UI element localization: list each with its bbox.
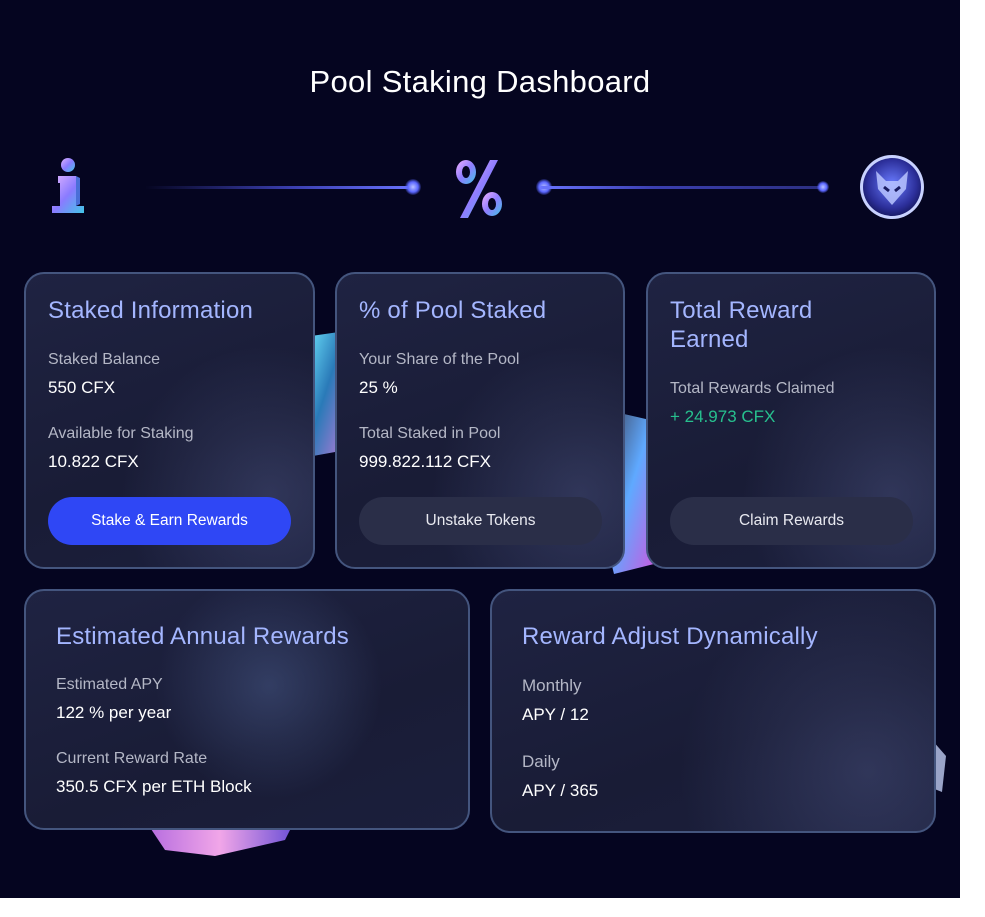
progress-node	[405, 179, 421, 195]
stake-earn-button[interactable]: Stake & Earn Rewards	[48, 497, 291, 545]
apy-value: 122 % per year	[56, 703, 172, 722]
pool-share-label: Your Share of the Pool	[359, 351, 520, 368]
reward-rate-value: 350.5 CFX per ETH Block	[56, 777, 252, 796]
pool-share-card: % of Pool Staked Your Share of the Pool …	[335, 272, 625, 569]
card-title: Reward Adjust Dynamically	[522, 623, 818, 650]
progress-line-right	[540, 186, 825, 189]
claim-rewards-button[interactable]: Claim Rewards	[670, 497, 913, 545]
staked-information-card: Staked Information Staked Balance 550 CF…	[24, 272, 315, 569]
card-title: Estimated Annual Rewards	[56, 623, 349, 650]
daily-label: Daily	[522, 752, 560, 771]
monthly-label: Monthly	[522, 676, 582, 695]
rewards-claimed-value: + 24.973 CFX	[670, 407, 776, 426]
reward-rate-label: Current Reward Rate	[56, 750, 208, 767]
page-title: Pool Staking Dashboard	[309, 64, 651, 99]
monthly-value: APY / 12	[522, 705, 589, 724]
staked-balance-label: Staked Balance	[48, 351, 161, 368]
total-staked-value: 999.822.112 CFX	[359, 452, 491, 471]
pool-share-value: 25 %	[359, 378, 398, 397]
rewards-claimed-label: Total Rewards Claimed	[670, 380, 835, 397]
staked-balance-value: 550 CFX	[48, 378, 116, 397]
total-reward-card: Total Reward Earned Total Rewards Claime…	[646, 272, 936, 569]
total-staked-label: Total Staked in Pool	[359, 425, 501, 442]
available-value: 10.822 CFX	[48, 452, 139, 471]
progress-node	[817, 181, 829, 193]
info-icon	[52, 158, 84, 213]
dashboard-panel: Pool Staking Dashboard Staked Informatio…	[0, 0, 960, 898]
progress-line-left	[145, 186, 415, 189]
fox-badge-icon	[860, 155, 924, 219]
card-title: % of Pool Staked	[359, 297, 547, 324]
unstake-button[interactable]: Unstake Tokens	[359, 497, 602, 545]
card-title: Total Reward Earned	[670, 297, 813, 353]
dynamic-rewards-card: Reward Adjust Dynamically Monthly APY / …	[490, 589, 936, 833]
apy-label: Estimated APY	[56, 676, 163, 693]
daily-value: APY / 365	[522, 781, 599, 800]
available-label: Available for Staking	[48, 425, 194, 442]
annual-rewards-card: Estimated Annual Rewards Estimated APY 1…	[24, 589, 470, 830]
card-title: Staked Information	[48, 297, 254, 324]
percent-icon	[456, 160, 502, 218]
